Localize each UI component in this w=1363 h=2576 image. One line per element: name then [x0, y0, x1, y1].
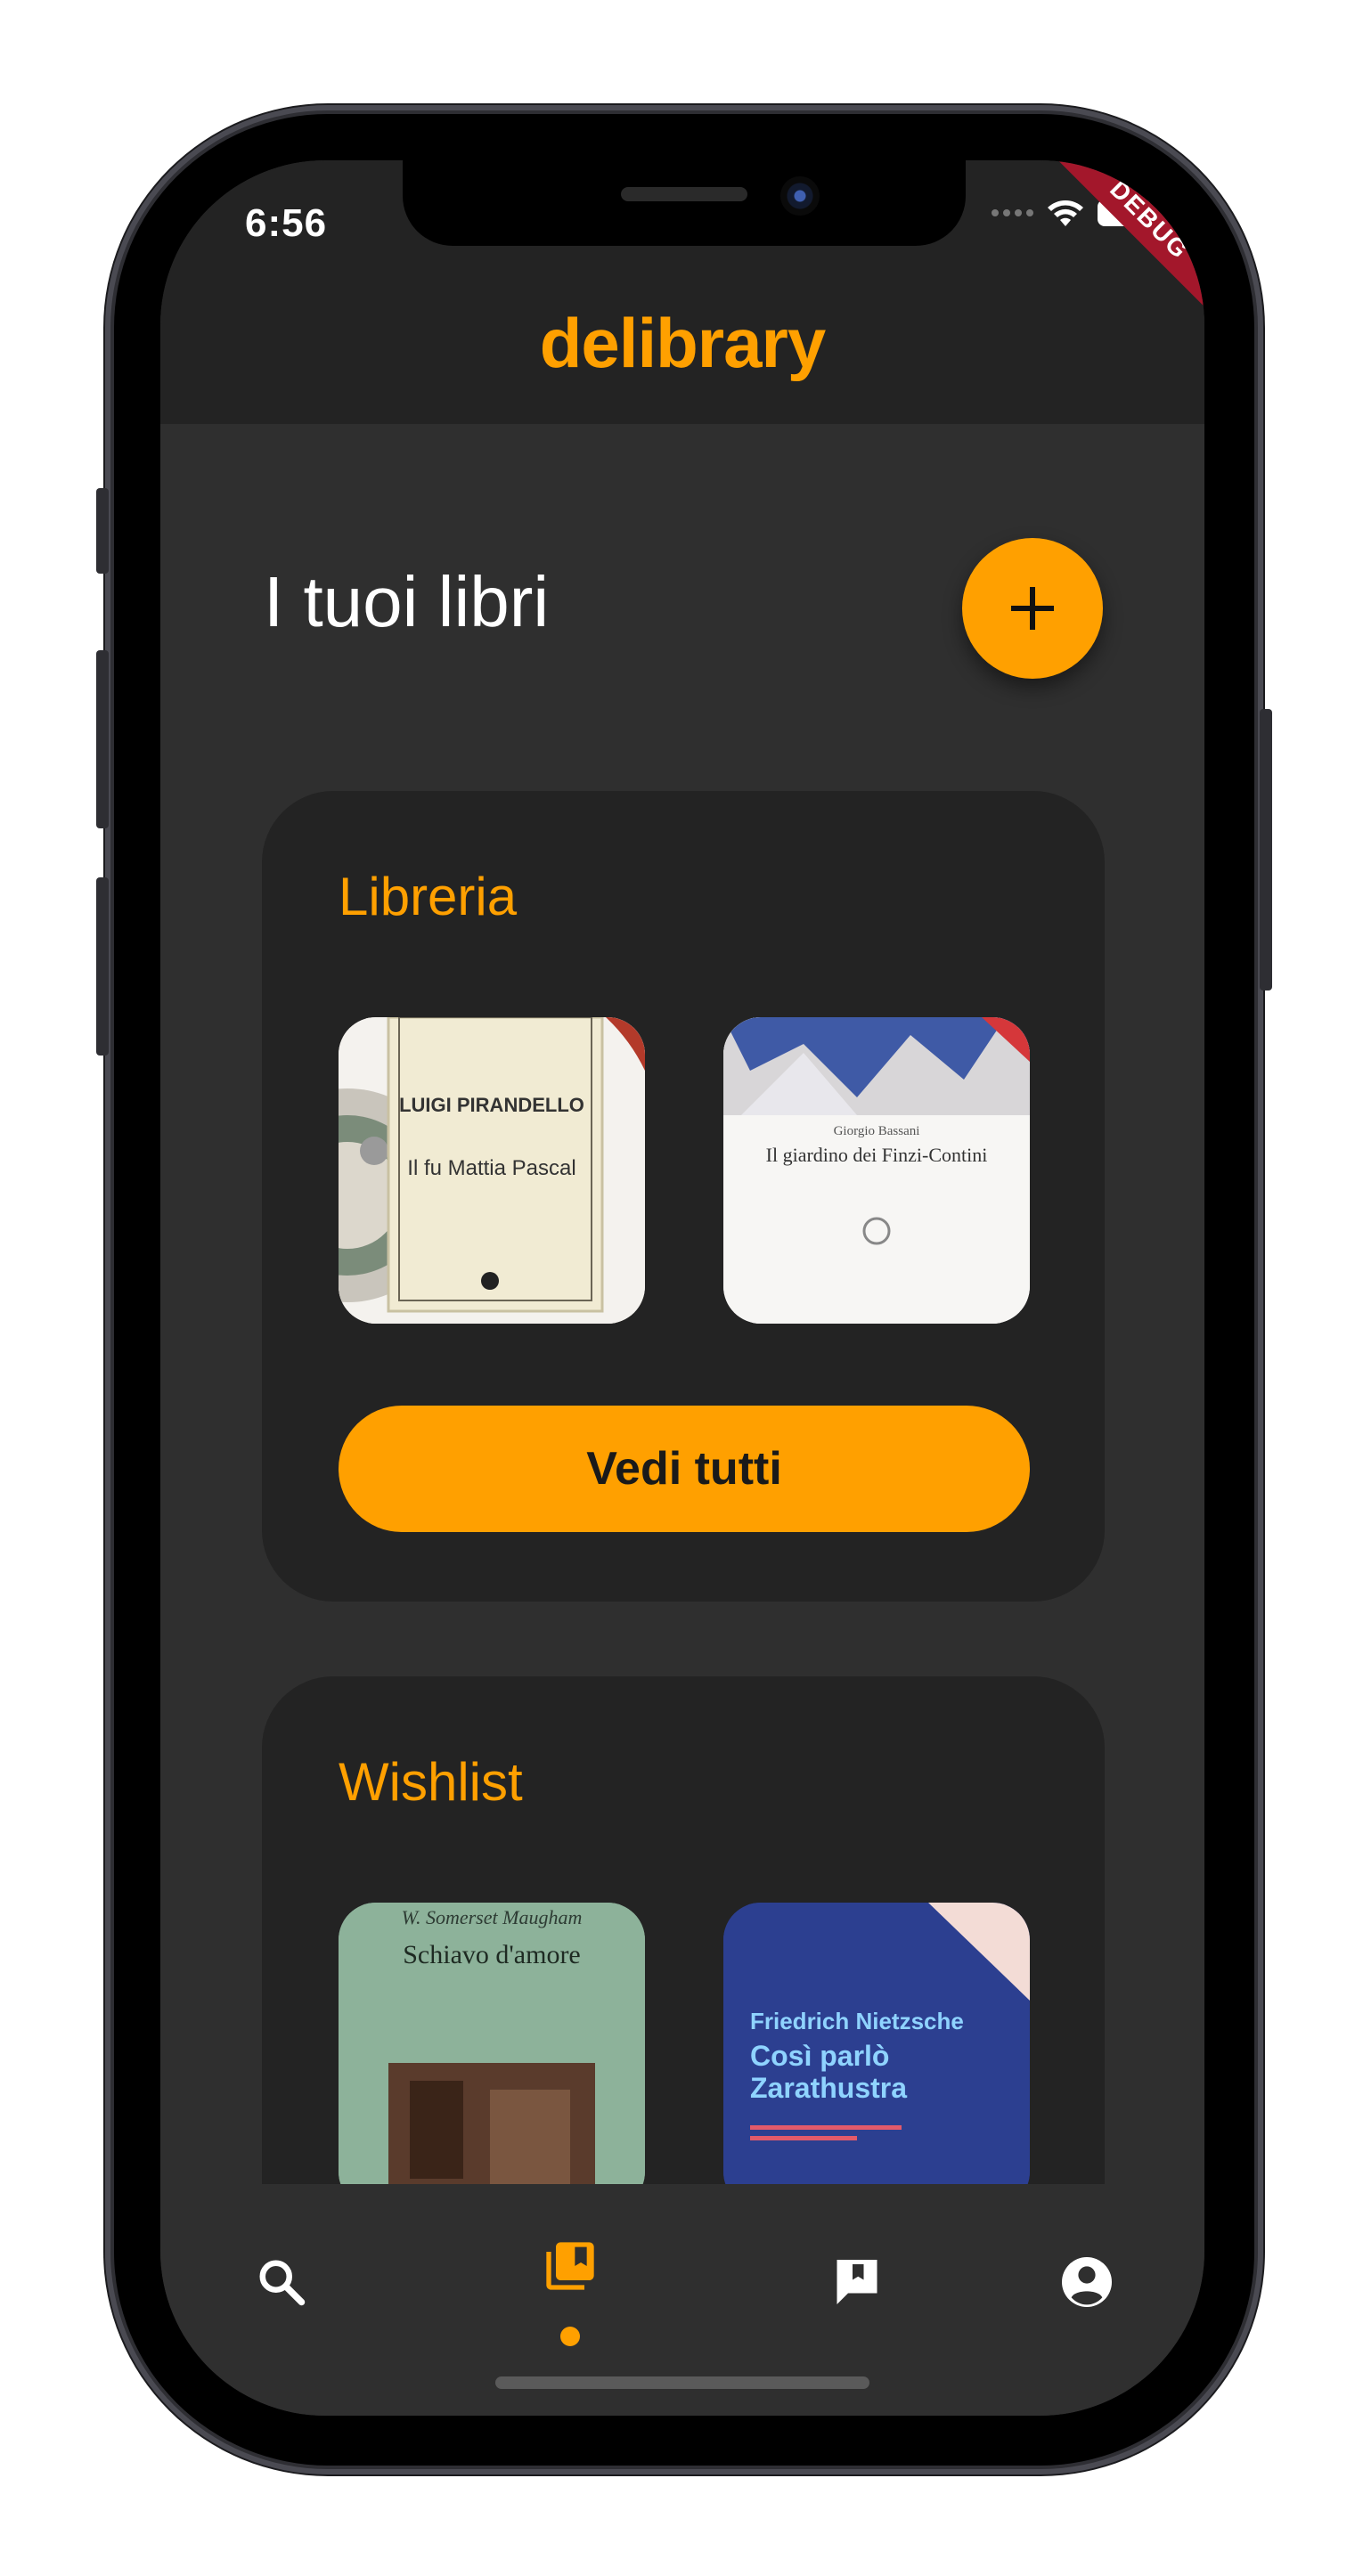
- see-all-button[interactable]: Vedi tutti: [339, 1406, 1030, 1532]
- mute-switch: [96, 488, 109, 574]
- nav-profile[interactable]: [1051, 2246, 1122, 2318]
- nav-library[interactable]: [535, 2230, 606, 2302]
- book-title: Schiavo d'amore: [403, 1940, 581, 1969]
- nav-search[interactable]: [246, 2246, 317, 2318]
- book-cover-art: [723, 1017, 1030, 1324]
- book-title: Il fu Mattia Pascal: [407, 1156, 576, 1180]
- library-books-icon: [546, 2242, 594, 2290]
- search-icon: [259, 2260, 306, 2306]
- book-author: W. Somerset Maugham: [401, 1906, 583, 1928]
- front-camera: [780, 176, 820, 216]
- active-tab-indicator: [560, 2327, 580, 2346]
- book-title: Così parlò Zarathustra: [750, 2040, 908, 2104]
- book-author: LUIGI PIRANDELLO: [399, 1094, 584, 1116]
- status-time: 6:56: [245, 201, 328, 245]
- library-card-title: Libreria: [339, 867, 518, 926]
- book-author: Giorgio Bassani: [833, 1124, 920, 1138]
- add-book-button[interactable]: [962, 538, 1103, 679]
- wishlist-card-title: Wishlist: [339, 1752, 523, 1812]
- library-card: Libreria LUIGI PIRANDELLO Il fu Mattia P…: [262, 791, 1105, 1602]
- plus-icon: [1011, 587, 1054, 630]
- page-title: I tuoi libri: [264, 562, 550, 641]
- book-author: Friedrich Nietzsche: [750, 2008, 964, 2034]
- book-logo: [481, 1272, 499, 1290]
- power-button: [1260, 709, 1272, 990]
- volume-up-button: [96, 650, 109, 828]
- speaker-grille: [621, 187, 747, 201]
- nav-bookmarks[interactable]: [821, 2246, 893, 2318]
- bookmark-icon: [837, 2260, 877, 2304]
- volume-down-button: [96, 877, 109, 1056]
- cellular-signal-icon: [992, 209, 1033, 216]
- account-circle-icon: [1062, 2257, 1112, 2307]
- book-cover-il-giardino-dei-finzi-contini[interactable]: [723, 1017, 1030, 1324]
- home-indicator[interactable]: [495, 2376, 869, 2389]
- camera-notch: [403, 160, 966, 246]
- wifi-icon: [1048, 200, 1083, 226]
- app-screen: 6:56 DEBUG delibrary I tuoi libri Librer…: [160, 160, 1204, 2416]
- debug-banner: DEBUG: [1045, 160, 1204, 324]
- app-logo: delibrary: [539, 304, 826, 382]
- book-title: Il giardino dei Finzi-Contini: [765, 1144, 988, 1166]
